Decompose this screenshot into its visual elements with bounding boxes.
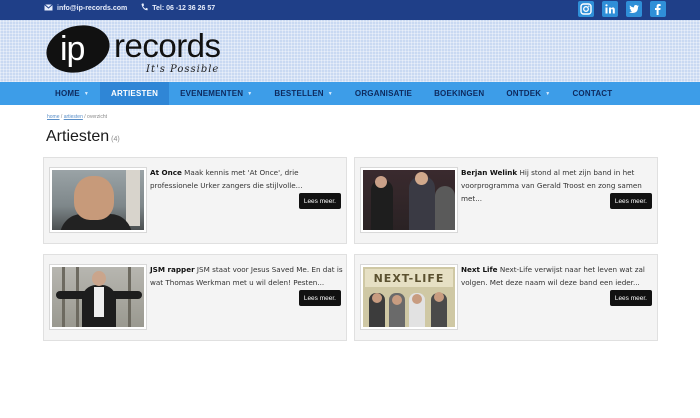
nav-item-home[interactable]: HOME ▼	[44, 82, 100, 105]
photo-head	[392, 295, 402, 305]
page-title-text: Artiesten	[46, 128, 110, 145]
phone-icon	[141, 3, 148, 13]
read-more-button[interactable]: Lees meer.	[609, 193, 652, 209]
artist-card-next-life: NEXT-LIFE Next Life Next-Life verwijst n…	[354, 254, 658, 341]
nav-item-organisatie[interactable]: ORGANISATIE	[344, 82, 423, 105]
contact-info: info@ip-records.com Tel: 06 -12 36 26 57	[44, 3, 215, 13]
social-links	[578, 1, 666, 17]
photo-head	[412, 294, 422, 304]
photo-head	[92, 271, 106, 286]
nav-item-label: BESTELLEN	[274, 89, 324, 98]
site-logo[interactable]: ip records It's Possible	[41, 18, 254, 80]
photo-sign: NEXT-LIFE	[365, 269, 453, 287]
facebook-icon[interactable]	[650, 1, 666, 17]
twitter-icon[interactable]	[626, 1, 642, 17]
logo-ip-text: ip	[60, 30, 85, 68]
email-item[interactable]: info@ip-records.com	[44, 3, 127, 13]
artist-summary: JSM rapper JSM staat voor Jesus Saved Me…	[150, 263, 344, 289]
read-more-button[interactable]: Lees meer.	[298, 290, 341, 306]
main-nav: HOME ▼ ARTIESTEN EVENEMENTEN ▼ BESTELLEN ▼ ORGA…	[0, 82, 700, 105]
at-once-photo	[52, 170, 144, 230]
artist-name[interactable]: At Once	[150, 168, 182, 177]
artist-name[interactable]: Berjan Welink	[461, 168, 517, 177]
linkedin-icon[interactable]	[602, 1, 618, 17]
artist-card-jsm-rapper: JSM rapper JSM staat voor Jesus Saved Me…	[43, 254, 347, 341]
logo-tagline: It's Possible	[146, 64, 220, 75]
artist-summary: Next Life Next-Life verwijst naar het le…	[461, 263, 655, 289]
caret-down-icon: ▼	[247, 90, 253, 97]
nav-item-contact[interactable]: CONTACT	[561, 82, 623, 105]
artist-name[interactable]: JSM rapper	[150, 265, 195, 274]
photo-head	[415, 172, 428, 185]
caret-down-icon: ▼	[327, 90, 333, 97]
artist-card-at-once: At Once Maak kennis met 'At Once', drie …	[43, 157, 347, 244]
jsm-rapper-photo	[52, 267, 144, 327]
read-more-button[interactable]: Lees meer.	[609, 290, 652, 306]
phone-text: Tel: 06 -12 36 26 57	[152, 4, 216, 12]
photo-head	[434, 292, 444, 302]
nav-item-label: BOEKINGEN	[434, 89, 485, 98]
photo-head	[372, 293, 382, 303]
nav-list: HOME ▼ ARTIESTEN EVENEMENTEN ▼ BESTELLEN ▼ ORGA…	[44, 82, 623, 105]
next-life-photo: NEXT-LIFE	[363, 267, 455, 327]
top-bar: info@ip-records.com Tel: 06 -12 36 26 57	[0, 0, 700, 20]
photo-shirt	[94, 287, 104, 317]
nav-item-artiesten[interactable]: ARTIESTEN	[99, 82, 170, 105]
nav-item-label: HOME	[55, 89, 80, 98]
read-more-button[interactable]: Lees meer.	[298, 193, 341, 209]
email-text[interactable]: info@ip-records.com	[57, 5, 127, 12]
nav-item-bestellen[interactable]: BESTELLEN ▼	[263, 82, 344, 105]
photo-face	[74, 176, 114, 220]
nav-item-label: ORGANISATIE	[354, 89, 413, 98]
nav-item-label: ONTDEK	[506, 89, 542, 98]
breadcrumb-home[interactable]: home	[47, 114, 60, 120]
breadcrumb-current: overzicht	[87, 114, 108, 120]
artist-card-berjan-welink: Berjan Welink Hij stond al met zijn band…	[354, 157, 658, 244]
page-title: Artiesten (4)	[46, 128, 120, 146]
photo-person	[435, 186, 455, 230]
photo-tower	[126, 170, 140, 226]
berjan-welink-photo	[363, 170, 455, 230]
nav-item-label: ARTIESTEN	[110, 89, 159, 98]
breadcrumb-artiesten[interactable]: artiesten	[64, 114, 83, 120]
artist-photo[interactable]: NEXT-LIFE	[360, 264, 458, 330]
site-header: ip records It's Possible	[0, 18, 700, 82]
caret-down-icon: ▼	[545, 90, 551, 97]
nav-item-boekingen[interactable]: BOEKINGEN	[423, 82, 495, 105]
instagram-icon[interactable]	[578, 1, 594, 17]
page: info@ip-records.com Tel: 06 -12 36 26 57	[0, 0, 700, 418]
nav-item-label: EVENEMENTEN	[180, 89, 244, 98]
artist-count: (4)	[111, 136, 120, 143]
phone-item: Tel: 06 -12 36 26 57	[141, 3, 215, 13]
nav-item-ontdek[interactable]: ONTDEK ▼	[495, 82, 561, 105]
photo-head	[375, 176, 387, 188]
artist-photo[interactable]	[360, 167, 458, 233]
breadcrumb: home / artiesten / overzicht	[47, 114, 107, 120]
caret-down-icon: ▼	[83, 90, 89, 97]
nav-item-label: CONTACT	[572, 89, 613, 98]
artist-photo[interactable]	[49, 167, 147, 233]
nav-item-evenementen[interactable]: EVENEMENTEN ▼	[169, 82, 263, 105]
envelope-icon	[44, 3, 53, 13]
artist-summary: At Once Maak kennis met 'At Once', drie …	[150, 166, 344, 192]
artist-photo[interactable]	[49, 264, 147, 330]
artist-name[interactable]: Next Life	[461, 265, 498, 274]
logo-records-text: records	[114, 27, 221, 64]
